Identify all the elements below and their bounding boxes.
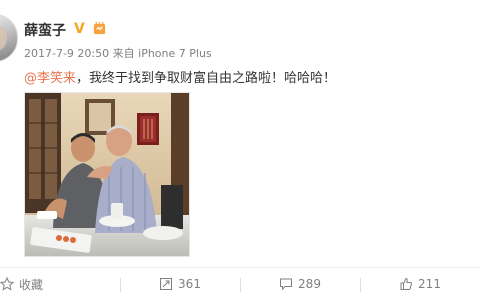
star-icon	[0, 277, 14, 291]
source-device[interactable]: iPhone 7 Plus	[138, 47, 212, 60]
repost-icon	[160, 278, 173, 290]
like-icon	[400, 277, 413, 290]
action-bar: 收藏 361 289 211	[0, 268, 480, 300]
author-avatar[interactable]	[0, 14, 18, 62]
post-text: @李笑来，我终于找到争取财富自由之路啦！哈哈哈！	[24, 67, 336, 86]
author-name[interactable]: 薛蛮子	[24, 20, 66, 40]
repost-button[interactable]: 361	[120, 268, 240, 300]
favorite-button[interactable]: 收藏	[0, 268, 120, 300]
mention-link[interactable]: @李笑来	[24, 71, 76, 86]
source-prefix: 来自	[112, 47, 135, 60]
comment-count: 289	[298, 277, 321, 291]
level-badge-icon	[93, 21, 106, 35]
repost-count: 361	[178, 277, 201, 291]
post-photo[interactable]	[24, 92, 190, 257]
post-meta: 2017-7-9 20:50 来自 iPhone 7 Plus	[24, 45, 212, 61]
comment-button[interactable]: 289	[240, 268, 360, 300]
comment-icon	[280, 278, 293, 291]
favorite-label: 收藏	[19, 277, 44, 292]
photo-illustration	[25, 93, 189, 256]
like-count: 211	[418, 277, 441, 291]
post-body: ，我终于找到争取财富自由之路啦！哈哈哈！	[76, 71, 337, 86]
post-timestamp[interactable]: 2017-7-9 20:50	[24, 47, 109, 60]
like-button[interactable]: 211	[360, 268, 480, 300]
verified-badge-icon: V	[74, 21, 85, 37]
